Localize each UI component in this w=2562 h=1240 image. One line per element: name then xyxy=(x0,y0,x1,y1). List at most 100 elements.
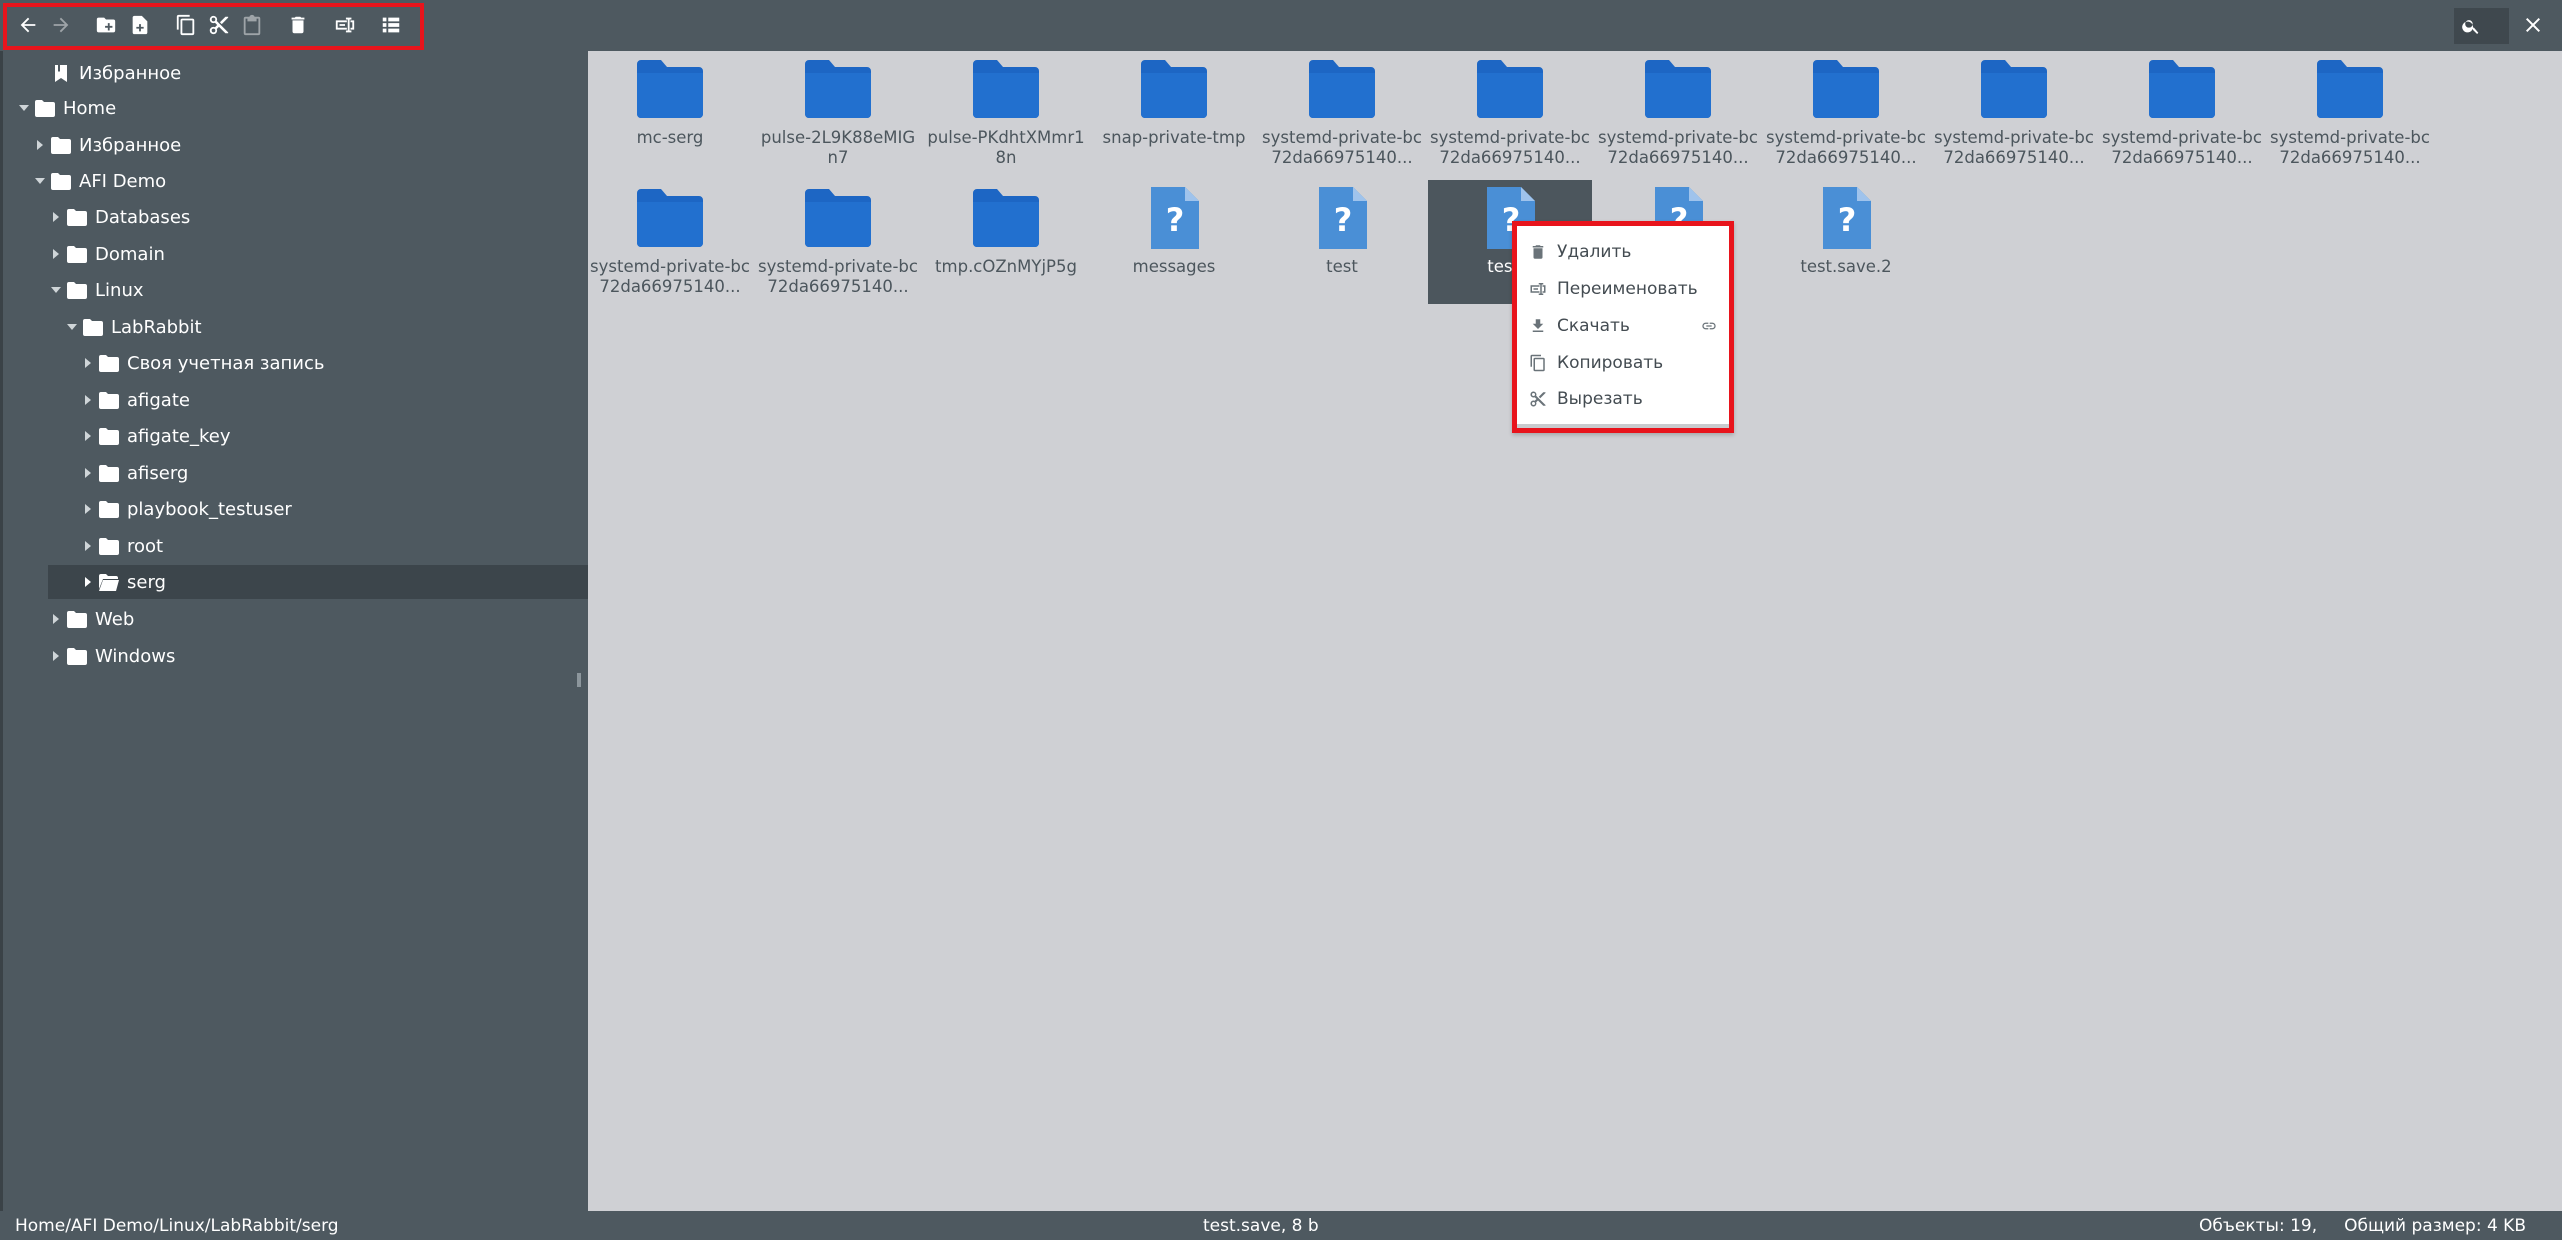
chevron-right-icon[interactable] xyxy=(49,247,63,261)
item-label: snap-private-tmp xyxy=(1102,128,1246,147)
tree-item-databases[interactable]: Databases xyxy=(49,200,190,234)
folder-icon xyxy=(67,647,87,665)
item-label: test.save.2 xyxy=(1800,257,1892,276)
chevron-right-icon[interactable] xyxy=(49,210,63,224)
back-button[interactable] xyxy=(14,11,42,39)
view-toggle-button[interactable] xyxy=(377,11,405,39)
copy-button[interactable] xyxy=(172,11,200,39)
chevron-right-icon[interactable] xyxy=(81,539,95,553)
paste-button[interactable] xyxy=(238,11,266,39)
tree-item-home[interactable]: Home xyxy=(17,91,116,125)
folder-item[interactable]: pulse-2L9K88eMIGn7 xyxy=(756,51,920,175)
tree-item-root[interactable]: root xyxy=(81,529,163,563)
folder-item[interactable]: systemd-private-bc72da66975140... xyxy=(2268,51,2432,175)
folder-icon xyxy=(51,172,71,190)
folder-item[interactable]: systemd-private-bc72da66975140... xyxy=(1764,51,1928,175)
forward-button[interactable] xyxy=(47,11,75,39)
tree-item-afi-demo[interactable]: AFI Demo xyxy=(33,164,166,198)
folder-item[interactable]: mc-serg xyxy=(588,51,752,175)
tree-item-label: afigate xyxy=(127,389,190,411)
folder-icon xyxy=(99,354,119,372)
chevron-right-icon[interactable] xyxy=(49,649,63,663)
chevron-right-icon[interactable] xyxy=(81,575,95,589)
item-label: systemd-private-bc72da66975140... xyxy=(1766,128,1926,167)
folder-icon xyxy=(51,136,71,154)
close-button[interactable] xyxy=(2516,8,2550,42)
tree-item-своя-учетная-запись[interactable]: Своя учетная запись xyxy=(81,346,325,380)
tree-item-serg[interactable]: serg xyxy=(48,565,610,599)
file-item[interactable]: ? messages xyxy=(1092,180,1256,304)
ctx-rename[interactable]: Переименовать xyxy=(1529,273,1725,305)
ctx-delete[interactable]: Удалить xyxy=(1529,236,1725,268)
new-file-button[interactable] xyxy=(126,11,154,39)
chevron-right-icon[interactable] xyxy=(81,502,95,516)
folder-item[interactable]: tmp.cOZnMYjP5g xyxy=(924,180,1088,304)
search-button[interactable] xyxy=(2454,8,2509,44)
folder-icon xyxy=(67,245,87,263)
rename-button[interactable] xyxy=(331,11,359,39)
tree-item-labrabbit[interactable]: LabRabbit xyxy=(65,310,202,344)
tree-item-web[interactable]: Web xyxy=(49,602,134,636)
folder-icon xyxy=(35,99,55,117)
ctx-rename-label: Переименовать xyxy=(1557,279,1698,299)
tree-item-afigate[interactable]: afigate xyxy=(81,383,190,417)
tree-item-label: Своя учетная запись xyxy=(127,352,325,374)
tree-item-afigate-key[interactable]: afigate_key xyxy=(81,419,230,453)
ctx-download[interactable]: Скачать xyxy=(1529,310,1725,342)
chevron-right-icon[interactable] xyxy=(81,393,95,407)
chevron-down-icon[interactable] xyxy=(17,101,31,115)
chevron-right-icon[interactable] xyxy=(81,429,95,443)
chevron-right-icon[interactable] xyxy=(49,612,63,626)
item-label: systemd-private-bc72da66975140... xyxy=(2270,128,2430,167)
item-label: pulse-2L9K88eMIGn7 xyxy=(760,128,916,167)
folder-item[interactable]: pulse-PKdhtXMmr18n xyxy=(924,51,1088,175)
folder-open-icon xyxy=(99,573,119,591)
folder-item[interactable]: systemd-private-bc72da66975140... xyxy=(1932,51,2096,175)
folder-item[interactable]: systemd-private-bc72da66975140... xyxy=(1596,51,1760,175)
item-label: systemd-private-bc72da66975140... xyxy=(2102,128,2262,167)
ctx-copy-label: Копировать xyxy=(1557,353,1664,373)
chevron-right-icon[interactable] xyxy=(81,356,95,370)
tree-item-label: Избранное xyxy=(79,134,182,156)
chevron-down-icon[interactable] xyxy=(33,174,47,188)
folder-item[interactable]: systemd-private-bc72da66975140... xyxy=(756,180,920,304)
tree-item-избранное[interactable]: Избранное xyxy=(33,56,181,90)
svg-text:?: ? xyxy=(1334,201,1353,239)
chevron-down-icon[interactable] xyxy=(49,283,63,297)
tree-item-playbook-testuser[interactable]: playbook_testuser xyxy=(81,492,292,526)
unknown-file-icon: ? xyxy=(1139,187,1209,249)
item-label: tmp.cOZnMYjP5g xyxy=(935,257,1077,276)
arrow-right-icon xyxy=(53,17,69,33)
context-menu-divider xyxy=(1517,424,1729,428)
new-folder-button[interactable] xyxy=(92,11,120,39)
folder-item[interactable]: systemd-private-bc72da66975140... xyxy=(1428,51,1592,175)
link-icon[interactable] xyxy=(1701,318,1717,334)
file-item[interactable]: ? test xyxy=(1260,180,1424,304)
delete-button[interactable] xyxy=(284,11,312,39)
chevron-right-icon[interactable] xyxy=(33,138,47,152)
tree-item-domain[interactable]: Domain xyxy=(49,237,165,271)
file-item[interactable]: ? test.save.2 xyxy=(1764,180,1928,304)
chevron-down-icon[interactable] xyxy=(65,320,79,334)
folder-item[interactable]: systemd-private-bc72da66975140... xyxy=(1260,51,1424,175)
status-selection: test.save, 8 b xyxy=(1203,1216,1319,1236)
chevron-right-icon[interactable] xyxy=(81,466,95,480)
sidebar-scrollbar[interactable] xyxy=(577,673,581,687)
folder-item[interactable]: systemd-private-bc72da66975140... xyxy=(588,180,752,304)
tree-item-label: Web xyxy=(95,608,135,630)
ctx-copy[interactable]: Копировать xyxy=(1529,347,1725,379)
tree-item-избранное[interactable]: Избранное xyxy=(33,128,181,162)
folder-icon xyxy=(67,208,87,226)
tree-item-afiserg[interactable]: afiserg xyxy=(81,456,188,490)
folder-item[interactable]: snap-private-tmp xyxy=(1092,51,1256,175)
status-summary: Объекты: 19, Общий размер: 4 KB xyxy=(2199,1216,2526,1236)
tree-item-windows[interactable]: Windows xyxy=(49,639,175,673)
trash-icon xyxy=(1529,243,1547,261)
folder-item[interactable]: systemd-private-bc72da66975140... xyxy=(2100,51,2264,175)
tree-item-label: root xyxy=(127,535,164,557)
folder-icon xyxy=(83,318,103,336)
tree-item-linux[interactable]: Linux xyxy=(49,273,144,307)
ctx-cut[interactable]: Вырезать xyxy=(1529,383,1725,415)
cut-button[interactable] xyxy=(205,11,233,39)
